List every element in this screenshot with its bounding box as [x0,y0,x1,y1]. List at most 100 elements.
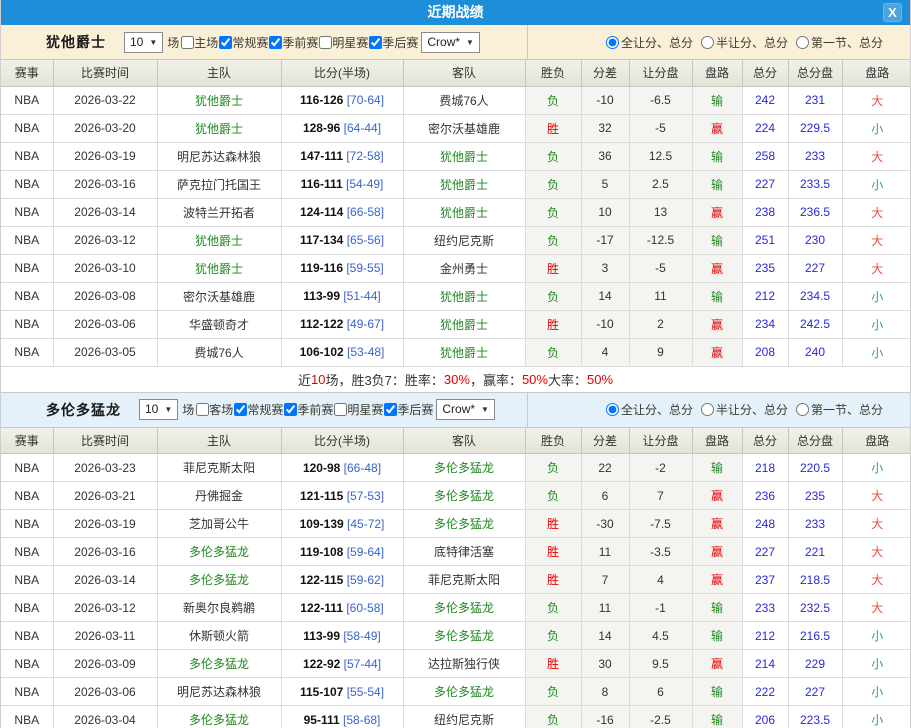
checkbox-input[interactable] [181,36,194,49]
handicap-cell: 2.5 [629,170,692,198]
table-header-row: 赛事比赛时间主队比分(半场)客队胜负分差让分盘盘路总分总分盘盘路 [1,60,911,86]
market-radio-2[interactable]: 第一节、总分 [796,401,883,418]
handicap-cell: 4.5 [629,622,692,650]
score-cell: 122-115 [59-62] [281,566,403,594]
market-radio-0[interactable]: 全让分、总分 [606,34,693,51]
radio-input[interactable] [701,36,714,49]
checkbox-input[interactable] [319,36,332,49]
chevron-down-icon: ▼ [466,35,474,50]
filter-checkbox-明星赛[interactable]: 明星赛 [319,34,369,51]
column-header: 盘路 [842,428,911,454]
market-radio-1[interactable]: 半让分、总分 [701,34,788,51]
total-cell: 237 [742,566,788,594]
games-count-select[interactable]: 10▼ [139,399,178,420]
result-cell: 胜 [525,650,581,678]
total-line-cell: 218.5 [788,566,842,594]
home-team-cell: 明尼苏达森林狼 [157,142,281,170]
games-count-select[interactable]: 10▼ [124,32,163,53]
column-header: 赛事 [1,428,53,454]
summary-segment: 50% [587,372,613,387]
filter-checkbox-季前赛[interactable]: 季前赛 [284,401,334,418]
total-cell: 242 [742,86,788,114]
column-header: 盘路 [692,428,742,454]
diff-cell: -16 [581,706,629,728]
filter-label: 常规赛 [232,34,268,51]
ou-cell: 大 [842,566,911,594]
summary-segment: 大率： [548,370,587,389]
checkbox-input[interactable] [219,36,232,49]
radio-input[interactable] [796,403,809,416]
diff-cell: 32 [581,114,629,142]
checkbox-input[interactable] [334,403,347,416]
column-header: 让分盘 [629,428,692,454]
checkbox-input[interactable] [369,36,382,49]
filter-checkbox-常规赛[interactable]: 常规赛 [219,34,269,51]
column-header: 比赛时间 [53,428,157,454]
score-cell: 122-111 [60-58] [281,594,403,622]
table-row: NBA2026-03-19芝加哥公牛109-139 [45-72]多伦多猛龙胜-… [1,510,911,538]
league-cell: NBA [1,454,53,482]
date-cell: 2026-03-06 [53,310,157,338]
away-team-cell: 菲尼克斯太阳 [403,566,525,594]
league-cell: NBA [1,706,53,728]
score-cell: 117-134 [65-56] [281,226,403,254]
away-team-cell: 犹他爵士 [403,142,525,170]
close-icon[interactable]: X [883,3,902,22]
diff-cell: 3 [581,254,629,282]
filter-checkbox-明星赛[interactable]: 明星赛 [334,401,384,418]
league-cell: NBA [1,622,53,650]
result-cell: 胜 [525,114,581,142]
radio-input[interactable] [606,36,619,49]
handicap-cell: 9.5 [629,650,692,678]
market-radio-1[interactable]: 半让分、总分 [701,401,788,418]
checkbox-input[interactable] [284,403,297,416]
league-cell: NBA [1,510,53,538]
table-row: NBA2026-03-22犹他爵士116-126 [70-64]费城76人负-1… [1,86,911,114]
handicap-cell: -12.5 [629,226,692,254]
column-header: 比分(半场) [281,60,403,86]
radio-input[interactable] [606,403,619,416]
total-line-cell: 234.5 [788,282,842,310]
column-header: 分差 [581,60,629,86]
filter-checkbox-常规赛[interactable]: 常规赛 [234,401,284,418]
filter-checkbox-季后赛[interactable]: 季后赛 [369,34,419,51]
filter-checkbox-主场[interactable]: 主场 [181,34,219,51]
home-team-cell: 犹他爵士 [157,226,281,254]
away-team-cell: 纽约尼克斯 [403,706,525,728]
market-radio-0[interactable]: 全让分、总分 [606,401,693,418]
diff-cell: 11 [581,594,629,622]
filter-checkbox-季后赛[interactable]: 季后赛 [384,401,434,418]
league-cell: NBA [1,198,53,226]
total-cell: 251 [742,226,788,254]
date-cell: 2026-03-05 [53,338,157,366]
home-team-cell: 犹他爵士 [157,254,281,282]
odds-source-select[interactable]: Crow*▼ [421,32,480,53]
checkbox-input[interactable] [384,403,397,416]
ou-cell: 小 [842,650,911,678]
checkbox-input[interactable] [196,403,209,416]
total-cell: 208 [742,338,788,366]
filter-label: 季前赛 [297,401,333,418]
total-line-cell: 232.5 [788,594,842,622]
filter-checkbox-季前赛[interactable]: 季前赛 [269,34,319,51]
filter-label: 季后赛 [382,34,418,51]
sections-container: 犹他爵士10▼场主场常规赛季前赛明星赛季后赛Crow*▼全让分、总分半让分、总分… [1,25,910,728]
radio-input[interactable] [701,403,714,416]
date-cell: 2026-03-19 [53,510,157,538]
score-cell: 147-111 [72-58] [281,142,403,170]
market-radio-2[interactable]: 第一节、总分 [796,34,883,51]
away-team-cell: 多伦多猛龙 [403,678,525,706]
league-cell: NBA [1,338,53,366]
checkbox-input[interactable] [269,36,282,49]
checkbox-input[interactable] [234,403,247,416]
total-line-cell: 227 [788,254,842,282]
radio-input[interactable] [796,36,809,49]
handicap-result-cell: 输 [692,142,742,170]
score-cell: 113-99 [58-49] [281,622,403,650]
handicap-cell: -2 [629,454,692,482]
ou-cell: 小 [842,310,911,338]
filter-checkbox-客场[interactable]: 客场 [196,401,234,418]
odds-source-select[interactable]: Crow*▼ [436,399,495,420]
total-cell: 235 [742,254,788,282]
date-cell: 2026-03-23 [53,454,157,482]
